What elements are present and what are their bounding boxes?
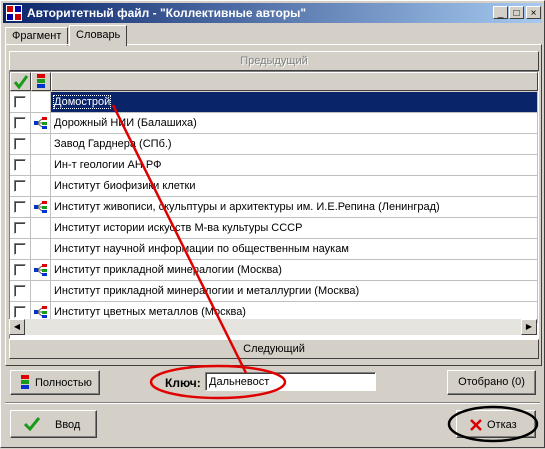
tab-dictionary[interactable]: Словарь — [69, 25, 128, 46]
row-name-cell: Институт прикладной минералогии и металл… — [51, 281, 538, 302]
table-row[interactable]: Ин-т геологии АН РФ — [10, 155, 538, 176]
full-button[interactable]: Полностью — [10, 370, 100, 395]
selected-count-button[interactable]: Отобрано (0) — [447, 370, 536, 395]
row-checkbox[interactable] — [14, 201, 26, 213]
row-check-cell — [10, 176, 31, 197]
table-row[interactable]: Институт прикладной минералогии (Москва) — [10, 260, 538, 281]
row-type-cell — [31, 155, 51, 176]
row-checkbox[interactable] — [14, 285, 26, 297]
row-type-cell — [31, 281, 51, 302]
row-type-cell — [31, 239, 51, 260]
row-name-cell: Дорожный НИИ (Балашиха) — [51, 113, 538, 134]
prev-button[interactable]: Предыдущий — [9, 51, 539, 71]
row-check-cell — [10, 260, 31, 281]
key-input[interactable] — [205, 372, 376, 391]
table-row[interactable]: Завод Гарднера (СПб.) — [10, 134, 538, 155]
dictionary-grid: Домострой Дорожный НИИ (Балашиха) Завод Га… — [9, 71, 539, 339]
row-checkbox[interactable] — [14, 138, 26, 150]
separator — [5, 402, 540, 404]
row-label: Ин-т геологии АН РФ — [54, 159, 162, 171]
row-check-cell — [10, 218, 31, 239]
row-checkbox[interactable] — [14, 159, 26, 171]
key-label: Ключ: — [165, 376, 201, 390]
row-name-cell: Ин-т геологии АН РФ — [51, 155, 538, 176]
name-column-header[interactable] — [51, 72, 538, 91]
row-name-cell: Институт истории искусств М-ва культуры … — [51, 218, 538, 239]
row-label: Институт прикладной минералогии и металл… — [54, 285, 360, 297]
row-label: Институт научной информации по обществен… — [54, 243, 349, 255]
row-label: Институт истории искусств М-ва культуры … — [54, 222, 303, 234]
row-type-cell — [31, 260, 51, 281]
row-checkbox[interactable] — [14, 306, 26, 318]
row-name-cell: Завод Гарднера (СПб.) — [51, 134, 538, 155]
horizontal-scrollbar[interactable]: ◀ ▶ — [9, 319, 537, 335]
row-type-cell — [31, 134, 51, 155]
row-label: Институт биофизики клетки — [54, 180, 196, 192]
row-checkbox[interactable] — [14, 264, 26, 276]
row-label: Дорожный НИИ (Балашиха) — [54, 117, 197, 129]
checkmark-icon — [14, 75, 28, 89]
stack-icon — [37, 74, 45, 88]
row-checkbox[interactable] — [14, 243, 26, 255]
row-checkbox[interactable] — [14, 180, 26, 192]
app-icon — [6, 5, 22, 21]
next-button[interactable]: Следующий — [9, 339, 539, 359]
row-type-cell — [31, 197, 51, 218]
title-bar[interactable]: Авторитетный файл - "Коллективные авторы… — [3, 3, 542, 23]
row-check-cell — [10, 281, 31, 302]
row-label: Институт цветных металлов (Москва) — [54, 306, 246, 318]
row-checkbox[interactable] — [14, 222, 26, 234]
row-label: Завод Гарднера (СПб.) — [54, 138, 172, 150]
stack-icon — [21, 375, 29, 389]
row-check-cell — [10, 92, 31, 113]
full-button-label: Полностью — [35, 377, 92, 389]
minimize-button[interactable]: _ — [493, 6, 508, 19]
row-type-cell — [31, 218, 51, 239]
close-icon — [470, 419, 482, 431]
grid-header — [10, 72, 538, 92]
row-name-cell: Институт живописи, скульптуры и архитект… — [51, 197, 538, 218]
row-type-cell — [31, 113, 51, 134]
table-row[interactable]: Дорожный НИИ (Балашиха) — [10, 113, 538, 134]
table-row[interactable]: Институт живописи, скульптуры и архитект… — [10, 197, 538, 218]
dialog-window: Авторитетный файл - "Коллективные авторы… — [0, 0, 545, 448]
table-row[interactable]: Институт биофизики клетки — [10, 176, 538, 197]
row-checkbox[interactable] — [14, 96, 26, 108]
scroll-right-button[interactable]: ▶ — [521, 319, 537, 335]
row-label: Институт прикладной минералогии (Москва) — [54, 264, 282, 276]
row-check-cell — [10, 197, 31, 218]
ok-button-label: Ввод — [55, 419, 81, 431]
checkmark-icon — [24, 417, 40, 431]
check-column-header[interactable] — [10, 72, 31, 91]
row-checkbox[interactable] — [14, 117, 26, 129]
row-type-cell — [31, 92, 51, 113]
row-name-cell: Домострой — [51, 92, 538, 113]
window-title: Авторитетный файл - "Коллективные авторы… — [27, 6, 307, 20]
type-column-header[interactable] — [31, 72, 51, 91]
scroll-left-button[interactable]: ◀ — [9, 319, 25, 335]
row-label: Институт живописи, скульптуры и архитект… — [54, 201, 440, 213]
cancel-button[interactable]: Отказ — [456, 410, 536, 438]
row-name-cell: Институт прикладной минералогии (Москва) — [51, 260, 538, 281]
row-check-cell — [10, 134, 31, 155]
row-name-cell: Институт научной информации по обществен… — [51, 239, 538, 260]
row-check-cell — [10, 239, 31, 260]
close-button[interactable]: × — [526, 6, 541, 19]
row-type-cell — [31, 176, 51, 197]
maximize-button[interactable]: □ — [509, 6, 524, 19]
table-row[interactable]: Институт истории искусств М-ва культуры … — [10, 218, 538, 239]
row-label: Домострой — [52, 95, 112, 109]
ok-button[interactable]: Ввод — [10, 410, 97, 438]
table-row[interactable]: Институт научной информации по обществен… — [10, 239, 538, 260]
row-check-cell — [10, 155, 31, 176]
table-row[interactable]: Домострой — [10, 92, 538, 113]
row-check-cell — [10, 113, 31, 134]
cancel-button-label: Отказ — [487, 419, 517, 431]
row-name-cell: Институт биофизики клетки — [51, 176, 538, 197]
table-row[interactable]: Институт прикладной минералогии и металл… — [10, 281, 538, 302]
